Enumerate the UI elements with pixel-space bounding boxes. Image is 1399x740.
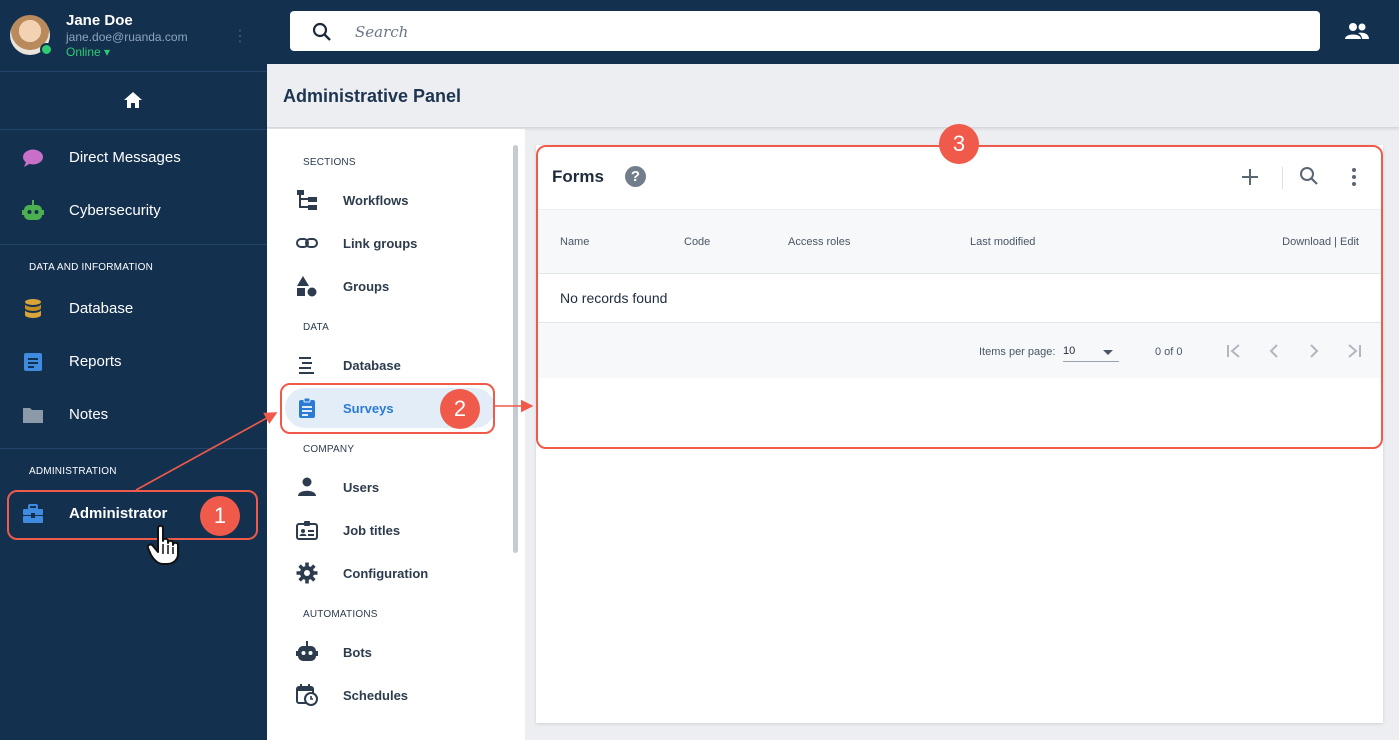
annotation-arrows [135,399,534,491]
hand-cursor-icon [146,524,179,565]
annotation-badge-3: 3 [939,124,979,164]
annotation-badge-2: 2 [440,389,480,429]
annotation-badge-1: 1 [200,496,240,536]
